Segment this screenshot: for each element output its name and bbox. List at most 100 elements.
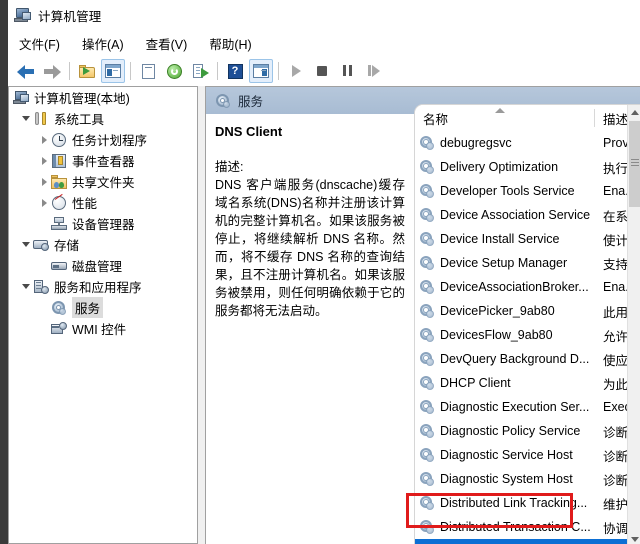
service-name: Diagnostic System Host [440, 472, 590, 486]
sort-ascending-icon [495, 108, 505, 113]
service-name: Distributed Transaction C... [440, 520, 590, 534]
chevron-right-icon[interactable] [37, 154, 51, 168]
chevron-right-icon[interactable] [37, 133, 51, 147]
restart-service-icon[interactable] [362, 59, 386, 83]
tree-item-system-tools[interactable]: 系统工具 [9, 108, 197, 129]
chevron-down-icon[interactable] [19, 238, 33, 252]
column-header-name[interactable]: 名称 [423, 105, 594, 131]
service-name: Delivery Optimization [440, 160, 590, 174]
column-divider[interactable] [594, 109, 595, 127]
tree-item-services-and-applications[interactable]: 服务和应用程序 [9, 276, 197, 297]
scroll-up-arrow-icon[interactable] [628, 105, 640, 119]
disk-icon [51, 258, 68, 274]
pause-service-icon[interactable] [336, 59, 360, 83]
tree-item-label: 事件查看器 [72, 151, 135, 170]
table-row[interactable]: Diagnostic Service Host 诊断... [415, 443, 640, 467]
table-row[interactable]: Device Install Service 使计... [415, 227, 640, 251]
service-name: DevQuery Background D... [440, 352, 590, 366]
content-area: 计算机管理(本地) 系统工具 任务计划程序 事件查看器 共享文件夹 [8, 86, 640, 544]
show-action-pane-icon[interactable] [249, 59, 273, 83]
table-row[interactable]: DevicesFlow_9ab80 允许 ... [415, 323, 640, 347]
forward-arrow-icon[interactable] [40, 59, 64, 83]
tree-item-root[interactable]: 计算机管理(本地) [9, 87, 197, 108]
selected-service-title: DNS Client [215, 124, 405, 139]
service-gear-icon [419, 423, 435, 439]
export-list-icon[interactable] [188, 59, 212, 83]
performance-icon [51, 195, 68, 211]
table-row[interactable]: Diagnostic Execution Ser... Exec... [415, 395, 640, 419]
tree-item-storage[interactable]: 存储 [9, 234, 197, 255]
window-title: 计算机管理 [38, 6, 102, 25]
table-row[interactable]: Developer Tools Service Ena... [415, 179, 640, 203]
tree-spacer [37, 259, 51, 273]
refresh-icon[interactable] [162, 59, 186, 83]
service-name: Developer Tools Service [440, 184, 590, 198]
table-row[interactable]: Device Association Service 在系... [415, 203, 640, 227]
service-name: Device Install Service [440, 232, 590, 246]
table-row[interactable]: Diagnostic System Host 诊断... [415, 467, 640, 491]
menu-action[interactable]: 操作(A) [71, 31, 135, 56]
chevron-right-icon[interactable] [37, 175, 51, 189]
tree-item-label: 服务和应用程序 [54, 277, 142, 296]
tree-item-label: 磁盘管理 [72, 256, 122, 275]
properties-icon[interactable] [136, 59, 160, 83]
chevron-down-icon[interactable] [19, 280, 33, 294]
computer-icon [13, 90, 30, 106]
column-header-description-label: 描述 [603, 109, 628, 128]
tree-item-performance[interactable]: 性能 [9, 192, 197, 213]
column-header-description[interactable]: 描述 [603, 105, 628, 131]
table-row-dns-client[interactable]: DNS Client DNS... [415, 539, 640, 544]
show-hide-tree-icon[interactable] [101, 59, 125, 83]
console-tree-panel[interactable]: 计算机管理(本地) 系统工具 任务计划程序 事件查看器 共享文件夹 [8, 86, 198, 544]
tools-icon [33, 111, 50, 127]
tree-item-label: 存储 [54, 235, 79, 254]
table-row[interactable]: Diagnostic Policy Service 诊断... [415, 419, 640, 443]
stop-service-icon[interactable] [310, 59, 334, 83]
scrollbar-thumb[interactable] [629, 121, 640, 207]
tree-item-wmi-control[interactable]: WMI 控件 [9, 318, 197, 339]
tree-item-device-manager[interactable]: 设备管理器 [9, 213, 197, 234]
table-row[interactable]: debugregsvc Prov... [415, 131, 640, 155]
table-row[interactable]: Device Setup Manager 支持... [415, 251, 640, 275]
tree-spacer [37, 322, 51, 336]
scroll-down-arrow-icon[interactable] [628, 532, 640, 544]
back-arrow-icon[interactable] [14, 59, 38, 83]
tree-item-event-viewer[interactable]: 事件查看器 [9, 150, 197, 171]
table-row[interactable]: Distributed Transaction C... 协调... [415, 515, 640, 539]
tree-item-task-scheduler[interactable]: 任务计划程序 [9, 129, 197, 150]
window-left-shadow [0, 0, 8, 544]
start-service-icon[interactable] [284, 59, 308, 83]
service-gear-icon [419, 255, 435, 271]
service-name: DevicePicker_9ab80 [440, 304, 590, 318]
tree-item-shared-folders[interactable]: 共享文件夹 [9, 171, 197, 192]
service-name: Diagnostic Service Host [440, 448, 590, 462]
services-apps-icon [33, 279, 50, 295]
service-gear-icon [419, 447, 435, 463]
tree-item-services[interactable]: 服务 [9, 297, 197, 318]
table-row[interactable]: DeviceAssociationBroker... Ena... [415, 275, 640, 299]
menu-view[interactable]: 查看(V) [135, 31, 199, 56]
vertical-scrollbar[interactable] [627, 105, 640, 544]
description-label: 描述: [215, 156, 405, 175]
table-row[interactable]: Distributed Link Tracking... 维护... [415, 491, 640, 515]
menu-help[interactable]: 帮助(H) [198, 31, 262, 56]
service-gear-icon [419, 327, 435, 343]
up-folder-icon[interactable] [75, 59, 99, 83]
table-row[interactable]: DHCP Client 为此... [415, 371, 640, 395]
table-row[interactable]: DevQuery Background D... 使应... [415, 347, 640, 371]
service-gear-icon [419, 303, 435, 319]
table-row[interactable]: DevicePicker_9ab80 此用... [415, 299, 640, 323]
tree-spacer [37, 301, 51, 315]
table-row[interactable]: Delivery Optimization 执行... [415, 155, 640, 179]
chevron-down-icon[interactable] [19, 112, 33, 126]
help-icon[interactable]: ? [223, 59, 247, 83]
services-list[interactable]: 名称 描述 debugregsvc Prov... [414, 104, 640, 544]
service-gear-icon [419, 231, 435, 247]
toolbar-separator [217, 62, 218, 80]
chevron-right-icon[interactable] [37, 196, 51, 210]
service-name: Device Setup Manager [440, 256, 590, 270]
menu-file[interactable]: 文件(F) [8, 31, 71, 56]
service-gear-icon [419, 351, 435, 367]
column-header-name-label: 名称 [423, 109, 448, 128]
tree-item-disk-management[interactable]: 磁盘管理 [9, 255, 197, 276]
